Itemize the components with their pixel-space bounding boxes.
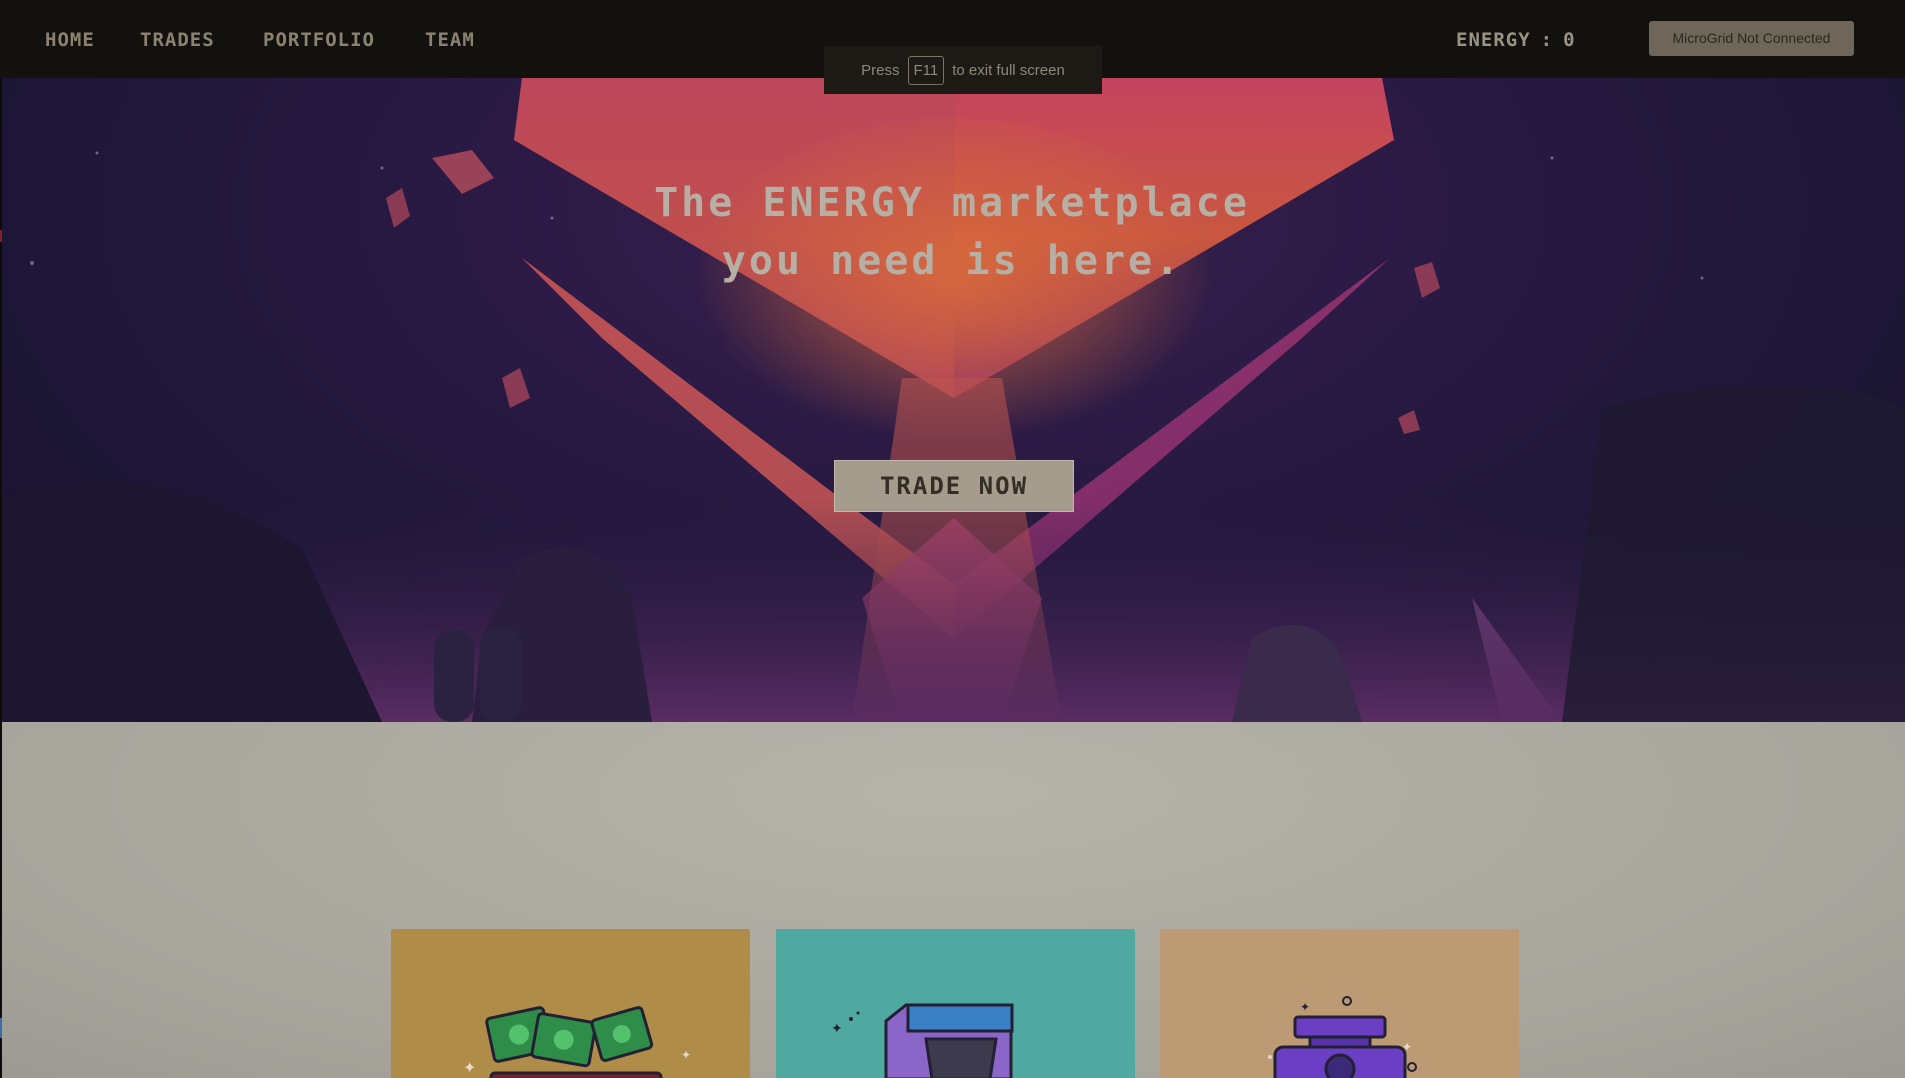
- feature-card-money[interactable]: ✦ ✦: [391, 929, 750, 1078]
- energy-label: ENERGY: [1456, 29, 1531, 51]
- svg-text:✦: ✦: [1402, 1040, 1412, 1054]
- fullscreen-notice-suffix: to exit full screen: [952, 61, 1065, 79]
- energy-value: 0: [1563, 29, 1576, 51]
- edge-marker: [0, 1018, 2, 1038]
- nav-home[interactable]: HOME: [45, 29, 95, 51]
- trade-now-button[interactable]: TRADE NOW: [834, 460, 1074, 512]
- hero-headline: The ENERGY marketplace you need is here.: [482, 174, 1422, 290]
- svg-text:✦: ✦: [681, 1048, 691, 1062]
- f11-key-badge: F11: [907, 55, 945, 85]
- nav-portfolio[interactable]: PORTFOLIO: [263, 29, 375, 51]
- energy-separator: :: [1540, 29, 1554, 51]
- nav-team[interactable]: TEAM: [425, 29, 475, 51]
- nav-trades[interactable]: TRADES: [140, 29, 215, 51]
- weighing-scale-icon: ✦ ✦: [1268, 996, 1417, 1078]
- fullscreen-exit-notice: Press F11 to exit full screen: [824, 46, 1102, 94]
- edge-marker: [0, 230, 2, 242]
- feature-card-scale[interactable]: ✦ ✦: [1160, 929, 1519, 1078]
- fullscreen-notice-prefix: Press: [861, 61, 900, 79]
- microgrid-connect-button[interactable]: MicroGrid Not Connected: [1649, 21, 1854, 56]
- arcade-machine-icon: ✦: [831, 1003, 1014, 1078]
- hero-headline-line-1: The ENERGY marketplace: [654, 180, 1250, 226]
- svg-text:✦: ✦: [831, 1021, 843, 1037]
- money-stack-icon: ✦ ✦: [463, 1006, 691, 1078]
- feature-card-arcade[interactable]: ✦: [776, 929, 1135, 1078]
- energy-balance: ENERGY:0: [1456, 29, 1576, 51]
- hero-banner: The ENERGY marketplace you need is here.…: [2, 78, 1905, 722]
- svg-text:✦: ✦: [463, 1058, 476, 1077]
- svg-text:✦: ✦: [1300, 1000, 1310, 1014]
- hero-headline-line-2: you need is here.: [721, 238, 1183, 284]
